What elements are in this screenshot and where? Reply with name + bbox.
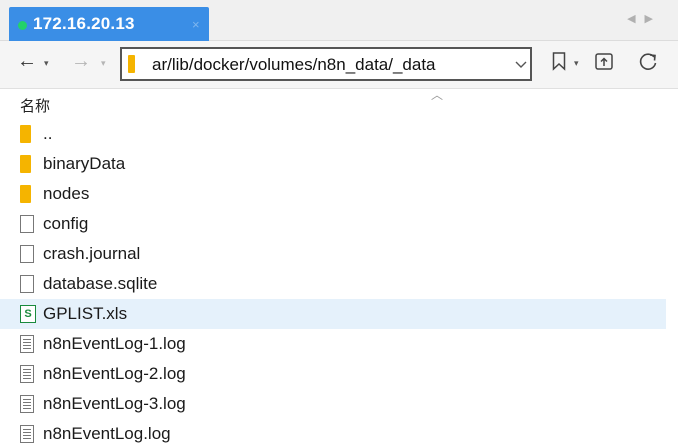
file-name: n8nEventLog-2.log	[43, 364, 186, 383]
log-file-icon	[20, 425, 34, 443]
sort-indicator-icon: ︿	[431, 89, 444, 102]
forward-button[interactable]: →	[71, 50, 91, 73]
file-name: n8nEventLog-1.log	[43, 334, 186, 353]
file-icon	[20, 275, 34, 293]
log-file-icon	[20, 335, 34, 353]
file-name: crash.journal	[43, 244, 141, 263]
list-item[interactable]: n8nEventLog.log	[0, 419, 666, 445]
toolbar: ← ▾ → ▾ ar/lib/docker/volumes/n8n_data/_…	[0, 41, 678, 89]
list-item[interactable]: nodes	[0, 179, 666, 209]
connection-status-icon	[18, 21, 27, 30]
bookmark-icon[interactable]	[552, 51, 566, 76]
tab-title: 172.16.20.13	[33, 14, 135, 33]
list-item[interactable]: database.sqlite	[0, 269, 666, 299]
list-item[interactable]: config	[0, 209, 666, 239]
file-name: n8nEventLog-3.log	[43, 394, 186, 413]
folder-icon	[20, 125, 31, 143]
address-path[interactable]: ar/lib/docker/volumes/n8n_data/_data	[152, 55, 436, 75]
list-item[interactable]: binaryData	[0, 149, 666, 179]
close-tab-icon[interactable]: ×	[192, 17, 200, 32]
refresh-icon[interactable]	[637, 51, 659, 78]
file-name: ..	[43, 124, 53, 143]
file-list: ︿ 名称 .. binaryData nodes config crash.jo…	[0, 89, 678, 445]
log-file-icon	[20, 395, 34, 413]
log-file-icon	[20, 365, 34, 383]
folder-icon	[128, 55, 135, 73]
file-name: database.sqlite	[43, 274, 158, 293]
file-name: config	[43, 214, 89, 233]
column-header-name[interactable]: 名称	[20, 95, 50, 116]
file-name: GPLIST.xls	[43, 304, 128, 323]
tab-strip: 172.16.20.13 × ◀▶	[0, 0, 678, 41]
address-history-dropdown[interactable]	[514, 54, 528, 77]
forward-history-dropdown[interactable]: ▾	[101, 58, 106, 69]
back-button[interactable]: ←	[17, 50, 37, 73]
new-tab-icon[interactable]	[594, 51, 614, 76]
list-item-selected[interactable]: S GPLIST.xls	[0, 299, 666, 329]
folder-icon	[20, 185, 31, 203]
bookmark-dropdown[interactable]: ▾	[574, 58, 579, 69]
file-name: n8nEventLog.log	[43, 424, 171, 443]
file-icon	[20, 245, 34, 263]
list-item[interactable]: crash.journal	[0, 239, 666, 269]
list-item[interactable]: ..	[0, 119, 666, 149]
file-icon	[20, 215, 34, 233]
tab-scroll-arrows[interactable]: ◀▶	[627, 12, 662, 25]
tab-scroll-right-icon[interactable]: ▶	[645, 13, 662, 25]
back-history-dropdown[interactable]: ▾	[44, 58, 49, 69]
list-item[interactable]: n8nEventLog-2.log	[0, 359, 666, 389]
tab-remote-host[interactable]: 172.16.20.13 ×	[9, 7, 209, 41]
list-item[interactable]: n8nEventLog-1.log	[0, 329, 666, 359]
folder-icon	[20, 155, 31, 173]
tab-scroll-left-icon[interactable]: ◀	[627, 13, 644, 25]
address-bar[interactable]: ar/lib/docker/volumes/n8n_data/_data	[120, 47, 532, 81]
file-name: nodes	[43, 184, 90, 203]
list-item[interactable]: n8nEventLog-3.log	[0, 389, 666, 419]
spreadsheet-icon: S	[20, 305, 36, 323]
file-name: binaryData	[43, 154, 126, 173]
